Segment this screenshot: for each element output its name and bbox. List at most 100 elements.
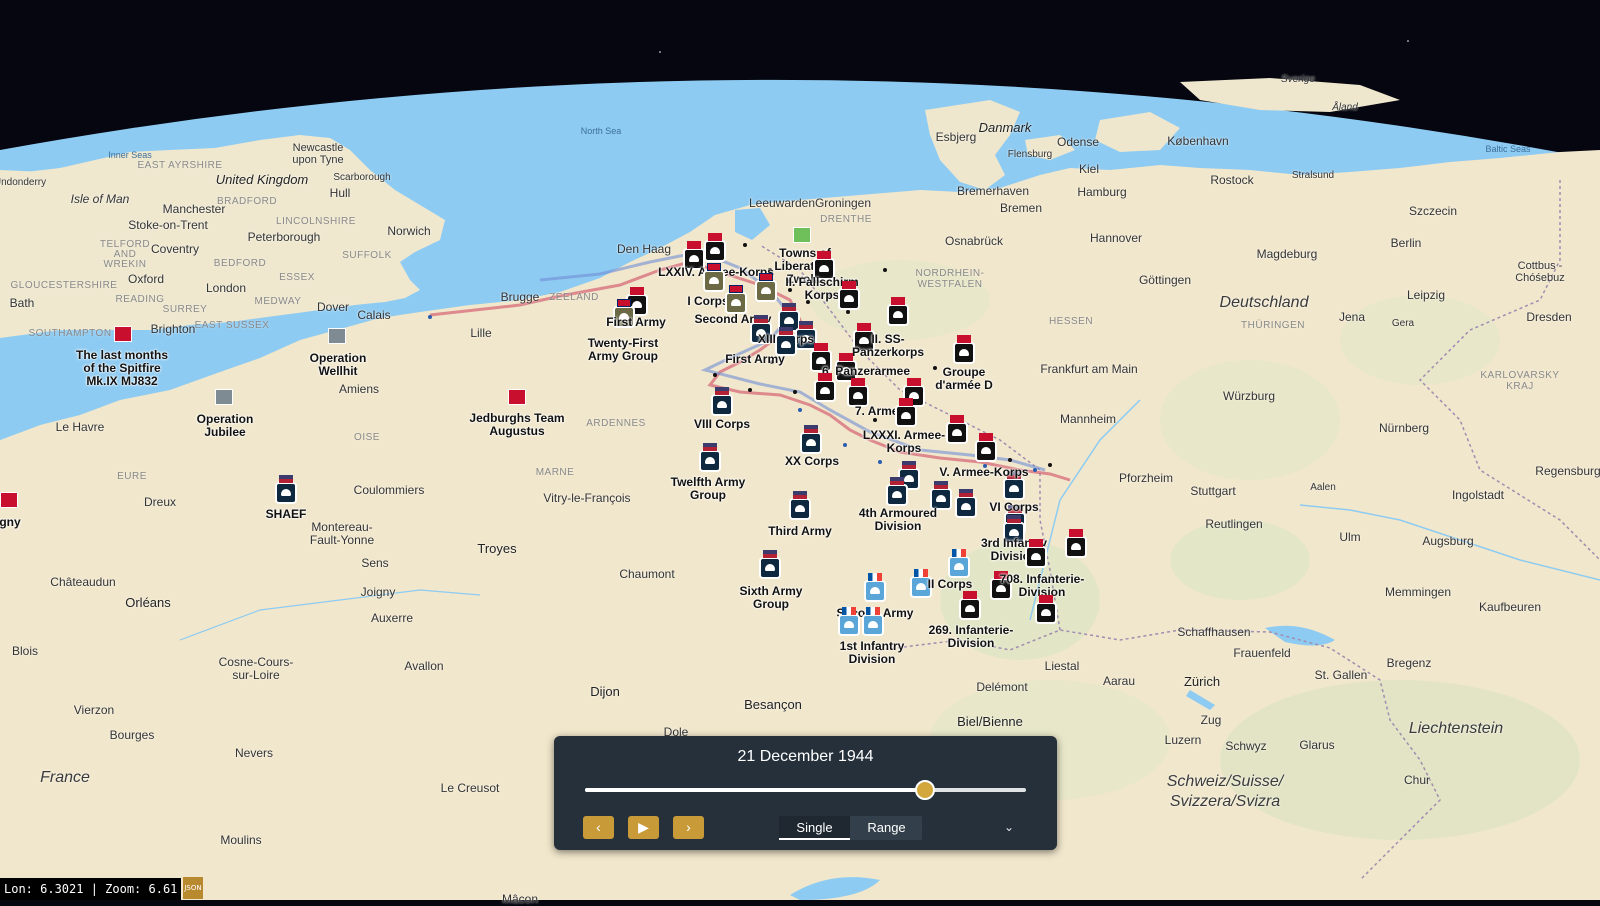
unit-marker[interactable] <box>975 433 997 462</box>
place-name: Stuttgart <box>1190 484 1236 498</box>
place-name: Bourges <box>109 728 155 742</box>
place-name: Bath <box>9 296 35 310</box>
unit-marker[interactable] <box>699 443 721 472</box>
unit-marker[interactable] <box>703 263 725 292</box>
place-name: Ingolstadt <box>1451 488 1505 502</box>
unit-marker[interactable] <box>725 285 747 314</box>
place-name: Zürich <box>1183 674 1221 689</box>
place-name: Esbjerg <box>935 130 977 144</box>
place-of-interest-marker[interactable] <box>328 328 346 344</box>
previous-button[interactable]: ‹ <box>583 816 614 839</box>
place-of-interest-marker[interactable] <box>508 389 526 405</box>
place-name: TELFORD AND WREKIN <box>99 239 151 270</box>
unit-label: II Corps <box>927 577 973 591</box>
place-name: Isle of Man <box>70 192 130 206</box>
place-of-interest-marker[interactable] <box>0 492 18 508</box>
unit-marker[interactable] <box>864 573 886 602</box>
unit-marker[interactable] <box>955 489 977 518</box>
place-name: Dijon <box>590 684 620 699</box>
place-name: North Sea <box>580 126 622 136</box>
place-name: Bremen <box>999 201 1043 215</box>
place-name: Biel/Bienne <box>957 714 1023 729</box>
unit-marker[interactable] <box>800 425 822 454</box>
unit-marker[interactable] <box>948 549 970 578</box>
mode-range-tab[interactable]: Range <box>851 816 922 840</box>
unit-marker[interactable] <box>887 297 909 326</box>
unit-marker[interactable] <box>814 373 836 402</box>
place-name: MARNE <box>535 467 575 478</box>
place-of-interest-marker[interactable] <box>215 389 233 405</box>
unit-marker[interactable] <box>755 273 777 302</box>
place-name: Hannover <box>1089 231 1143 245</box>
unit-label: gny <box>0 515 21 529</box>
place-name: Deutschland <box>1219 294 1309 311</box>
unit-marker[interactable] <box>946 415 968 444</box>
timeline-slider-fill <box>585 788 925 792</box>
timeline-slider-handle[interactable] <box>914 780 935 800</box>
unit-marker[interactable] <box>759 550 781 579</box>
unit-label: Twelfth Army Group <box>670 475 746 502</box>
place-name: BEDFORD <box>213 258 267 269</box>
place-name: Kaufbeuren <box>1478 600 1542 614</box>
unit-marker[interactable] <box>1003 471 1025 500</box>
json-export-button[interactable]: JSON <box>183 877 203 899</box>
mode-single-tab[interactable]: Single <box>779 816 850 840</box>
unit-label: 6. Panzerarmee <box>821 364 911 378</box>
place-name: Aarau <box>1102 674 1136 688</box>
place-name: GLOUCESTERSHIRE <box>10 280 118 291</box>
place-name: ESSEX <box>279 272 315 283</box>
chevron-down-icon[interactable]: ⌄ <box>1004 820 1014 834</box>
place-name: HESSEN <box>1048 316 1094 327</box>
unit-marker[interactable] <box>895 398 917 427</box>
place-name: MEDWAY <box>254 296 302 307</box>
play-button[interactable]: ▶ <box>628 816 659 839</box>
place-name: Leipzig <box>1406 288 1446 302</box>
unit-marker[interactable] <box>1065 529 1087 558</box>
place-name: Regensburg <box>1535 464 1600 478</box>
unit-marker[interactable] <box>275 475 297 504</box>
place-of-interest-marker[interactable] <box>114 326 132 342</box>
place-name: ZEELAND <box>549 292 599 303</box>
unit-label: SHAEF <box>265 507 307 521</box>
place-name: Jena <box>1338 310 1366 324</box>
place-name: BRADFORD <box>216 196 278 207</box>
unit-label: V. Armee-Korps <box>939 465 1029 479</box>
unit-marker[interactable] <box>959 591 981 620</box>
chevron-right-icon: › <box>686 819 691 835</box>
unit-marker[interactable] <box>838 281 860 310</box>
place-name: Inner Seas <box>108 150 152 160</box>
unit-label: LXXXI. Armee-Korps <box>862 428 946 455</box>
unit-marker[interactable] <box>953 335 975 364</box>
place-name: Avallon <box>404 659 444 673</box>
place-name: Zug <box>1200 713 1222 727</box>
place-name: France <box>40 769 90 786</box>
unit-marker[interactable] <box>711 387 733 416</box>
next-button[interactable]: › <box>673 816 704 839</box>
place-name: Den Haag <box>616 242 672 256</box>
timeline-slider[interactable] <box>585 780 1026 800</box>
place-name: Kiel <box>1078 162 1100 176</box>
place-name: LINCOLNSHIRE <box>276 216 356 227</box>
place-name: Le Havre <box>55 420 105 434</box>
place-name: Nürnberg <box>1378 421 1430 435</box>
place-name: Joigny <box>360 585 396 599</box>
place-name: Osnabrück <box>944 234 1004 248</box>
unit-marker[interactable] <box>886 477 908 506</box>
unit-marker[interactable] <box>862 607 884 636</box>
coordinates-readout: Lon: 6.3021 | Zoom: 6.61 <box>0 878 182 900</box>
unit-marker[interactable] <box>1025 539 1047 568</box>
place-name: Schwyz <box>1225 739 1267 753</box>
unit-marker[interactable] <box>838 607 860 636</box>
place-name: Vitry-le-François <box>543 491 631 505</box>
place-name: Glarus <box>1299 738 1335 752</box>
unit-marker[interactable] <box>1035 595 1057 624</box>
place-name: Memmingen <box>1384 585 1452 599</box>
place-name: KARLOVARSKY KRAJ <box>1480 370 1560 392</box>
timeline-date: 21 December 1944 <box>737 748 874 765</box>
place-name: READING <box>115 294 165 305</box>
place-name: Chur <box>1403 773 1431 787</box>
unit-label: Sixth Army Group <box>739 584 803 611</box>
unit-marker[interactable] <box>704 233 726 262</box>
unit-marker[interactable] <box>789 491 811 520</box>
place-of-interest-marker[interactable] <box>793 227 811 243</box>
